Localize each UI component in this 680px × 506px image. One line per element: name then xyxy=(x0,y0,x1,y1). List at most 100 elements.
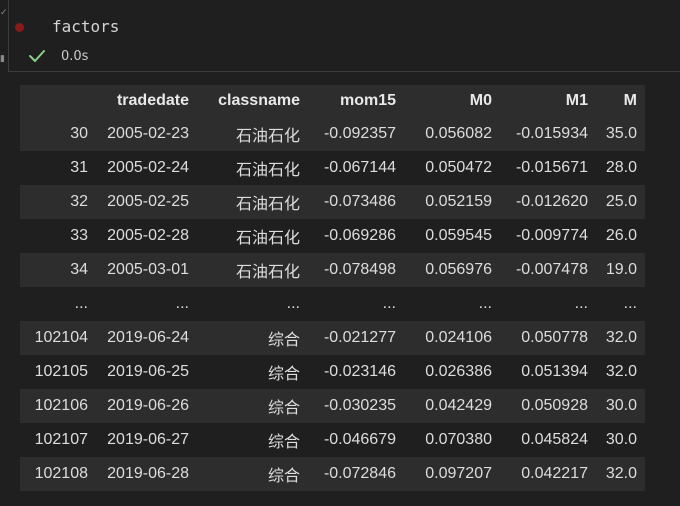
cell-index: 102108 xyxy=(20,457,96,491)
cell-index: ... xyxy=(20,287,96,321)
cell-m0: 0.097207 xyxy=(404,457,500,491)
table-row: 31 2005-02-24 石油石化 -0.067144 0.050472 -0.0156… xyxy=(20,151,645,185)
cell-mom15: -0.073486 xyxy=(308,185,404,219)
cell-tradedate: ... xyxy=(96,287,197,321)
cell-classname: 石油石化 xyxy=(197,185,308,219)
cell-tradedate: 2019-06-25 xyxy=(96,355,197,389)
cell-m0: 0.042429 xyxy=(404,389,500,423)
table-header-row: tradedate classname mom15 M0 M1 M xyxy=(20,85,645,117)
table-row: 102106 2019-06-26 综合 -0.030235 0.042429 0.050… xyxy=(20,389,645,423)
cell-classname: 综合 xyxy=(197,355,308,389)
table-row: 102107 2019-06-27 综合 -0.046679 0.070380 0.045… xyxy=(20,423,645,457)
header-m1: M1 xyxy=(500,85,596,117)
cell-m0: 0.056082 xyxy=(404,117,500,151)
dataframe-table: tradedate classname mom15 M0 M1 M 30 2005… xyxy=(20,85,645,491)
cell-m1: -0.009774 xyxy=(500,219,596,253)
cell-tradedate: 2005-03-01 xyxy=(96,253,197,287)
execution-time: 0.0s xyxy=(61,49,89,64)
gutter-chevron-icon[interactable]: ✓ xyxy=(0,8,8,18)
cell-m: 32.0 xyxy=(596,355,645,389)
cell-m: 32.0 xyxy=(596,321,645,355)
header-index xyxy=(20,85,96,117)
cell-m1: 0.042217 xyxy=(500,457,596,491)
cell-m1: 0.045824 xyxy=(500,423,596,457)
cell-m: 35.0 xyxy=(596,117,645,151)
header-mom15: mom15 xyxy=(308,85,404,117)
cell-classname: 石油石化 xyxy=(197,117,308,151)
table-row: 32 2005-02-25 石油石化 -0.073486 0.052159 -0.0126… xyxy=(20,185,645,219)
cell-classname: 综合 xyxy=(197,457,308,491)
cell-mom15: -0.021277 xyxy=(308,321,404,355)
cell-m0: 0.056976 xyxy=(404,253,500,287)
cell-m1: -0.012620 xyxy=(500,185,596,219)
cell-mom15: -0.072846 xyxy=(308,457,404,491)
cell-tradedate: 2005-02-25 xyxy=(96,185,197,219)
cell-mom15: -0.069286 xyxy=(308,219,404,253)
cell-tradedate: 2005-02-24 xyxy=(96,151,197,185)
cell-index: 102105 xyxy=(20,355,96,389)
cell-m1: ... xyxy=(500,287,596,321)
cell-classname: 综合 xyxy=(197,389,308,423)
cell-m0: 0.024106 xyxy=(404,321,500,355)
cell-m: 30.0 xyxy=(596,423,645,457)
cell-mom15: -0.030235 xyxy=(308,389,404,423)
cell-m0: 0.070380 xyxy=(404,423,500,457)
cell-tradedate: 2019-06-26 xyxy=(96,389,197,423)
cell-classname: 综合 xyxy=(197,423,308,457)
cell-m0: ... xyxy=(404,287,500,321)
cell-m: 30.0 xyxy=(596,389,645,423)
table-row: 34 2005-03-01 石油石化 -0.078498 0.056976 -0.0074… xyxy=(20,253,645,287)
cell-mom15: -0.023146 xyxy=(308,355,404,389)
header-m: M xyxy=(596,85,645,117)
cell-classname: ... xyxy=(197,287,308,321)
table-row: ..................... xyxy=(20,287,645,321)
cell-m: 28.0 xyxy=(596,151,645,185)
cell-code[interactable]: factors xyxy=(52,15,119,39)
cell-mom15: -0.067144 xyxy=(308,151,404,185)
cell-index: 32 xyxy=(20,185,96,219)
cell-mom15: -0.046679 xyxy=(308,423,404,457)
cell-m0: 0.059545 xyxy=(404,219,500,253)
table-row: 33 2005-02-28 石油石化 -0.069286 0.059545 -0.0097… xyxy=(20,219,645,253)
cell-m1: -0.015934 xyxy=(500,117,596,151)
cell-m: 25.0 xyxy=(596,185,645,219)
cell-tradedate: 2019-06-24 xyxy=(96,321,197,355)
cell-tradedate: 2019-06-27 xyxy=(96,423,197,457)
cell-m1: 0.050778 xyxy=(500,321,596,355)
cell-classname: 综合 xyxy=(197,321,308,355)
cell-mom15: ... xyxy=(308,287,404,321)
cell-mom15: -0.078498 xyxy=(308,253,404,287)
cell-mom15: -0.092357 xyxy=(308,117,404,151)
table-row: 30 2005-02-23 石油石化 -0.092357 0.056082 -0.0159… xyxy=(20,117,645,151)
cell-m1: -0.007478 xyxy=(500,253,596,287)
cell-classname: 石油石化 xyxy=(197,219,308,253)
cell-index: 30 xyxy=(20,117,96,151)
header-m0: M0 xyxy=(404,85,500,117)
check-icon xyxy=(29,50,45,62)
record-dot-icon[interactable] xyxy=(15,23,24,32)
cell-index: 34 xyxy=(20,253,96,287)
cell-m0: 0.052159 xyxy=(404,185,500,219)
cell-tradedate: 2005-02-28 xyxy=(96,219,197,253)
cell-m0: 0.026386 xyxy=(404,355,500,389)
cell-index: 33 xyxy=(20,219,96,253)
header-classname: classname xyxy=(197,85,308,117)
cell-m: 19.0 xyxy=(596,253,645,287)
cell-classname: 石油石化 xyxy=(197,253,308,287)
header-tradedate: tradedate xyxy=(96,85,197,117)
cell-m: 32.0 xyxy=(596,457,645,491)
table-row: 102104 2019-06-24 综合 -0.021277 0.024106 0.050… xyxy=(20,321,645,355)
cell-index: 31 xyxy=(20,151,96,185)
gutter-marker-icon: ▮ xyxy=(0,54,5,64)
cell-index: 102107 xyxy=(20,423,96,457)
cell-m0: 0.050472 xyxy=(404,151,500,185)
table-row: 102108 2019-06-28 综合 -0.072846 0.097207 0.042… xyxy=(20,457,645,491)
cell-m: 26.0 xyxy=(596,219,645,253)
cell-m: ... xyxy=(596,287,645,321)
cell-tradedate: 2019-06-28 xyxy=(96,457,197,491)
cell-m1: -0.015671 xyxy=(500,151,596,185)
table-row: 102105 2019-06-25 综合 -0.023146 0.026386 0.051… xyxy=(20,355,645,389)
cell-m1: 0.050928 xyxy=(500,389,596,423)
cell-tradedate: 2005-02-23 xyxy=(96,117,197,151)
cell-classname: 石油石化 xyxy=(197,151,308,185)
